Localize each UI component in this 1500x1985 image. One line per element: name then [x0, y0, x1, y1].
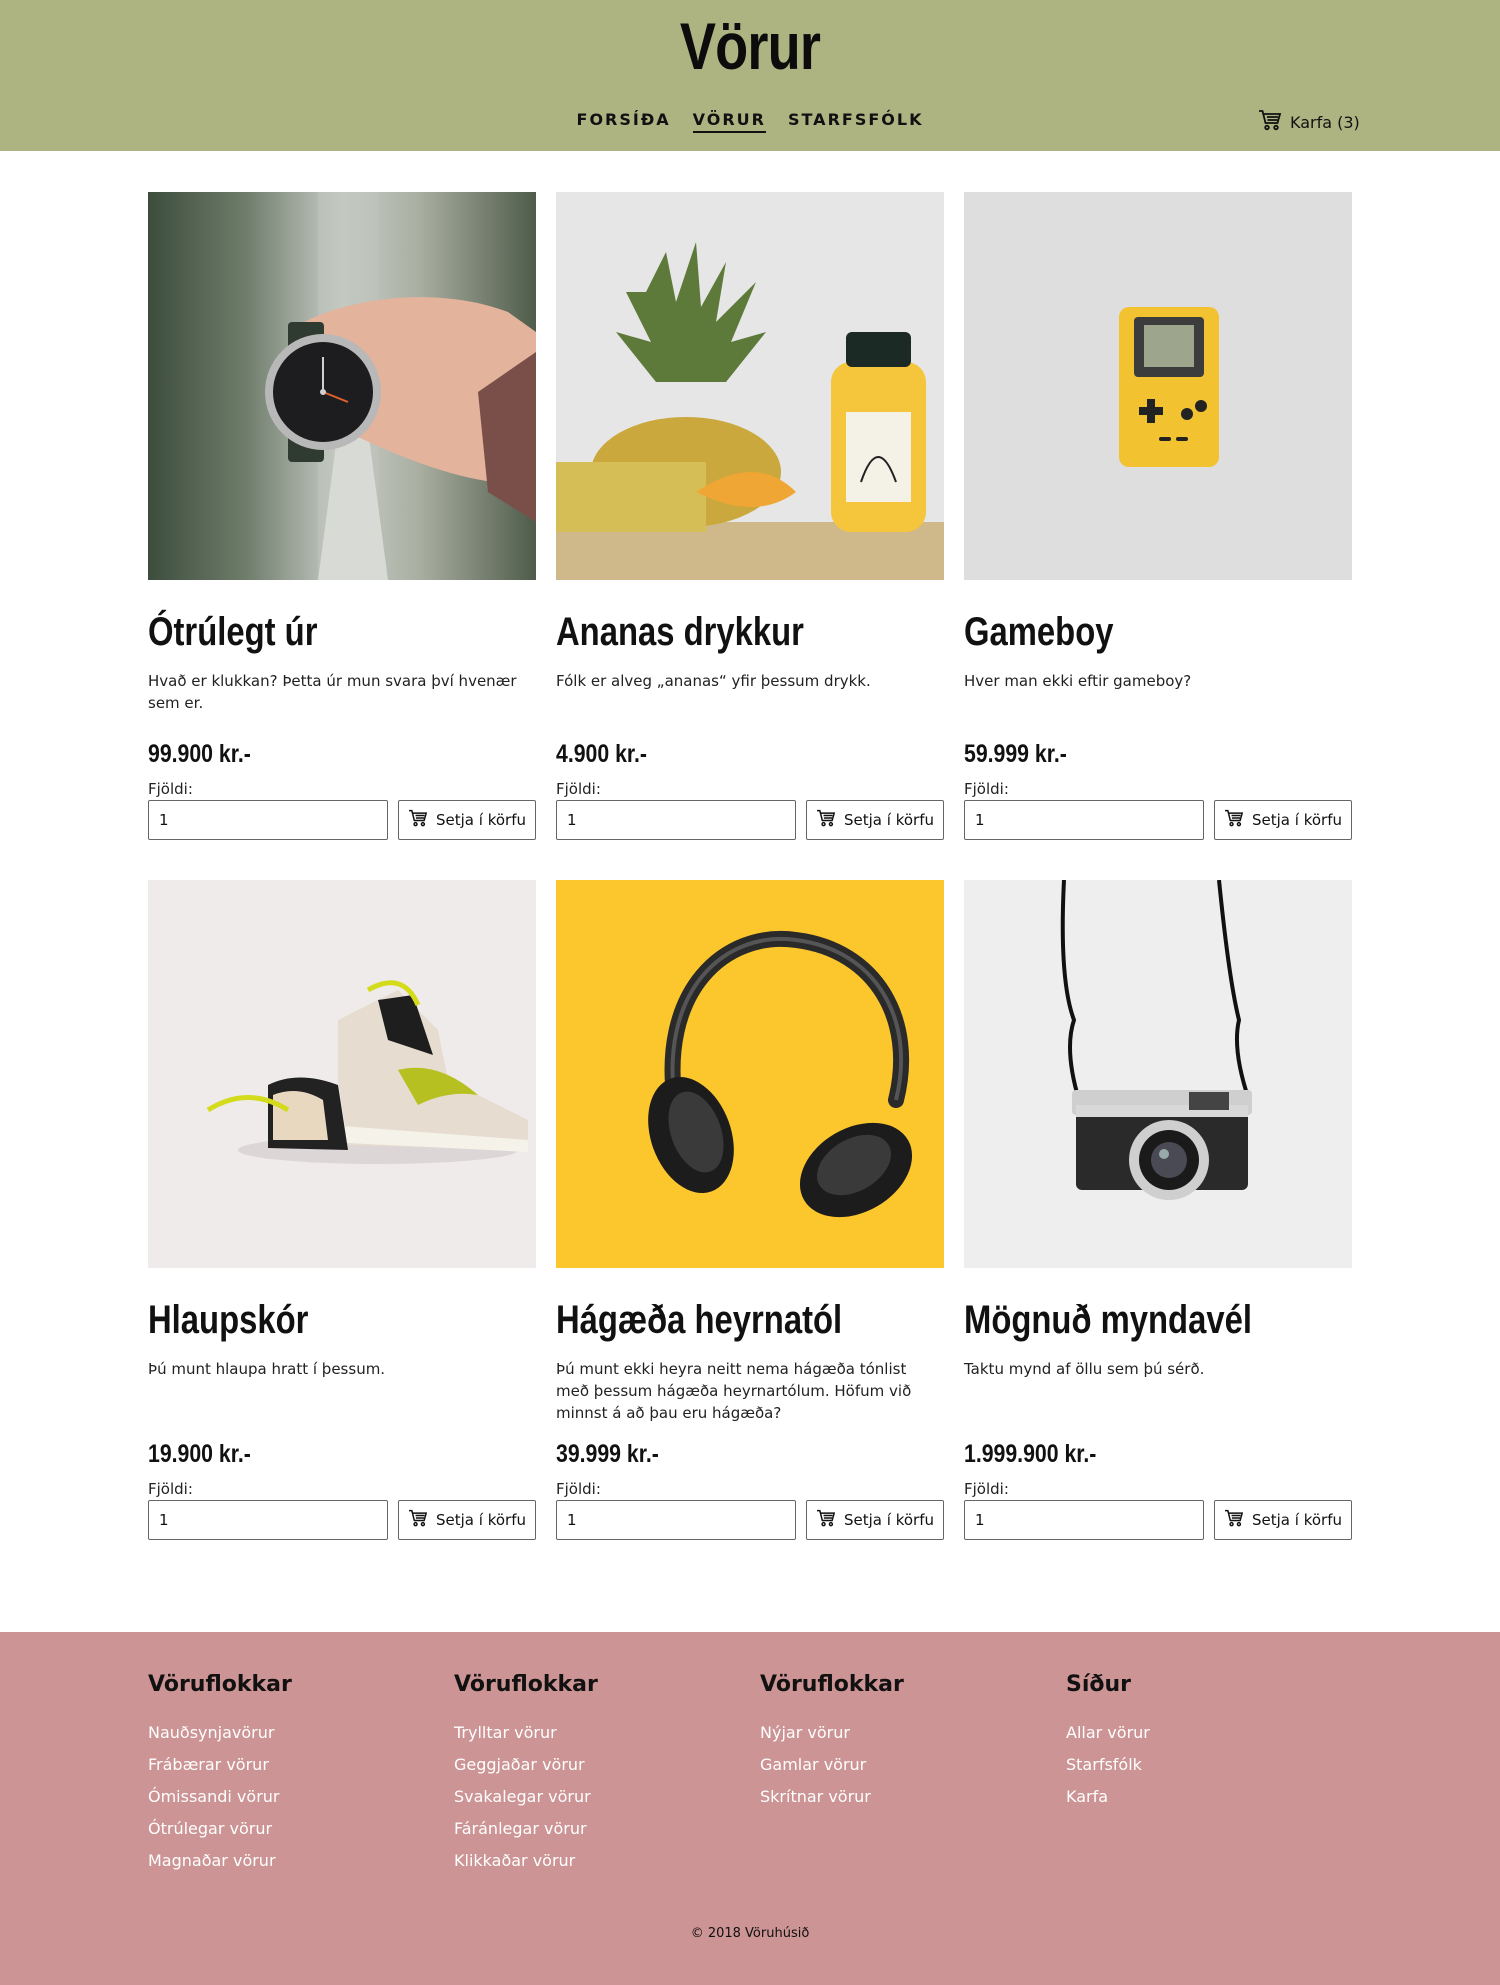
- page-title: Vörur: [679, 9, 821, 83]
- add-to-cart-button[interactable]: Setja í körfu: [398, 1500, 536, 1540]
- footer-link[interactable]: Skrítnar vörur: [760, 1781, 904, 1813]
- quantity-input[interactable]: [964, 800, 1204, 840]
- product-image-headphones[interactable]: [556, 880, 944, 1268]
- quantity-label: Fjöldi:: [556, 1480, 601, 1498]
- footer-heading: Vöruflokkar: [454, 1672, 598, 1697]
- product-description: Þú munt hlaupa hratt í þessum.: [148, 1360, 386, 1378]
- footer-link[interactable]: Klikkaðar vörur: [454, 1845, 598, 1877]
- add-to-cart-label: Setja í körfu: [436, 811, 526, 829]
- shopping-cart-icon: [1224, 809, 1244, 831]
- product-description: Hvað er klukkan? Þetta úr mun svara því …: [148, 672, 517, 712]
- product-name: Ótrúlegt úr: [148, 610, 318, 654]
- add-to-cart-button[interactable]: Setja í körfu: [806, 1500, 944, 1540]
- add-to-cart-label: Setja í körfu: [1252, 1511, 1342, 1529]
- product-image-camera[interactable]: [964, 880, 1352, 1268]
- cart-link[interactable]: Karfa (3): [1258, 109, 1360, 135]
- nav-item-forsida[interactable]: FORSÍÐA: [577, 110, 671, 133]
- add-to-cart-button[interactable]: Setja í körfu: [1214, 1500, 1352, 1540]
- product-image-gameboy[interactable]: [964, 192, 1352, 580]
- quantity-input[interactable]: [556, 1500, 796, 1540]
- product-description: Hver man ekki eftir gameboy?: [964, 672, 1192, 690]
- product-price: 19.900 kr.-: [148, 1440, 251, 1468]
- product-card: Gameboy Hver man ekki eftir gameboy? 59.…: [964, 192, 1352, 880]
- product-card: Mögnuð myndavél Taktu mynd af öllu sem þ…: [964, 880, 1352, 1580]
- footer-link[interactable]: Fáránlegar vörur: [454, 1813, 598, 1845]
- add-to-cart-label: Setja í körfu: [844, 1511, 934, 1529]
- quantity-label: Fjöldi:: [964, 780, 1009, 798]
- shopping-cart-icon: [408, 1509, 428, 1531]
- nav-item-vorur[interactable]: VÖRUR: [692, 110, 766, 133]
- quantity-input[interactable]: [964, 1500, 1204, 1540]
- nav-item-starfsfolk[interactable]: STARFSFÓLK: [788, 110, 923, 133]
- footer-column: Vöruflokkar Nauðsynjavörur Frábærar vöru…: [148, 1672, 292, 1877]
- quantity-input[interactable]: [556, 800, 796, 840]
- quantity-input[interactable]: [148, 800, 388, 840]
- footer-heading: Síður: [1066, 1672, 1132, 1697]
- footer-link[interactable]: Nauðsynjavörur: [148, 1717, 292, 1749]
- product-card: Ótrúlegt úr Hvað er klukkan? Þetta úr mu…: [148, 192, 536, 880]
- quantity-label: Fjöldi:: [148, 780, 193, 798]
- footer-link[interactable]: Gamlar vörur: [760, 1749, 904, 1781]
- shopping-cart-icon: [1224, 1509, 1244, 1531]
- product-image-pineapple-drink[interactable]: [556, 192, 944, 580]
- footer-link[interactable]: Allar vörur: [1066, 1717, 1150, 1749]
- add-to-cart-label: Setja í körfu: [436, 1511, 526, 1529]
- product-image-watch[interactable]: [148, 192, 536, 580]
- product-description: Taktu mynd af öllu sem þú sérð.: [964, 1360, 1205, 1378]
- add-to-cart-label: Setja í körfu: [1252, 811, 1342, 829]
- product-name: Mögnuð myndavél: [964, 1298, 1252, 1342]
- add-to-cart-button[interactable]: Setja í körfu: [1214, 800, 1352, 840]
- add-to-cart-label: Setja í körfu: [844, 811, 934, 829]
- product-name: Hlaupskór: [148, 1298, 309, 1342]
- site-footer: Vöruflokkar Nauðsynjavörur Frábærar vöru…: [0, 1632, 1500, 1985]
- product-card: Hlaupskór Þú munt hlaupa hratt í þessum.…: [148, 880, 536, 1580]
- footer-link[interactable]: Ótrúlegar vörur: [148, 1813, 292, 1845]
- shopping-cart-icon: [408, 809, 428, 831]
- product-name: Hágæða heyrnatól: [556, 1298, 843, 1342]
- footer-heading: Vöruflokkar: [760, 1672, 904, 1697]
- quantity-label: Fjöldi:: [556, 780, 601, 798]
- quantity-label: Fjöldi:: [148, 1480, 193, 1498]
- product-name: Gameboy: [964, 610, 1114, 654]
- shopping-cart-icon: [816, 809, 836, 831]
- shopping-cart-icon: [816, 1509, 836, 1531]
- site-header: Vörur FORSÍÐA VÖRUR STARFSFÓLK Karfa (3): [0, 0, 1500, 151]
- quantity-label: Fjöldi:: [964, 1480, 1009, 1498]
- footer-link[interactable]: Svakalegar vörur: [454, 1781, 598, 1813]
- footer-link[interactable]: Starfsfólk: [1066, 1749, 1150, 1781]
- copyright: © 2018 Vöruhúsið: [690, 1926, 810, 1941]
- footer-link[interactable]: Karfa: [1066, 1781, 1150, 1813]
- product-price: 39.999 kr.-: [556, 1440, 659, 1468]
- footer-column: Síður Allar vörur Starfsfólk Karfa: [1066, 1672, 1150, 1813]
- quantity-input[interactable]: [148, 1500, 388, 1540]
- product-description: Þú munt ekki heyra neitt nema hágæða tón…: [556, 1360, 912, 1422]
- product-name: Ananas drykkur: [556, 610, 804, 654]
- footer-link[interactable]: Trylltar vörur: [454, 1717, 598, 1749]
- add-to-cart-button[interactable]: Setja í körfu: [398, 800, 536, 840]
- footer-link[interactable]: Magnaðar vörur: [148, 1845, 292, 1877]
- product-card: Ananas drykkur Fólk er alveg „ananas“ yf…: [556, 192, 944, 880]
- product-card: Hágæða heyrnatól Þú munt ekki heyra neit…: [556, 880, 944, 1580]
- add-to-cart-button[interactable]: Setja í körfu: [806, 800, 944, 840]
- footer-column: Vöruflokkar Nýjar vörur Gamlar vörur Skr…: [760, 1672, 904, 1813]
- cart-label: Karfa (3): [1290, 112, 1360, 132]
- product-image-shoes[interactable]: [148, 880, 536, 1268]
- shopping-cart-icon: [1258, 109, 1282, 135]
- product-description: Fólk er alveg „ananas“ yfir þessum drykk…: [556, 672, 871, 690]
- footer-link[interactable]: Frábærar vörur: [148, 1749, 292, 1781]
- product-price: 59.999 kr.-: [964, 740, 1067, 768]
- product-price: 99.900 kr.-: [148, 740, 251, 768]
- product-price: 1.999.900 kr.-: [964, 1440, 1097, 1468]
- footer-link[interactable]: Nýjar vörur: [760, 1717, 904, 1749]
- footer-link[interactable]: Geggjaðar vörur: [454, 1749, 598, 1781]
- footer-column: Vöruflokkar Trylltar vörur Geggjaðar vör…: [454, 1672, 598, 1877]
- product-grid: Ótrúlegt úr Hvað er klukkan? Þetta úr mu…: [148, 192, 1352, 1580]
- product-price: 4.900 kr.-: [556, 740, 647, 768]
- footer-heading: Vöruflokkar: [148, 1672, 292, 1697]
- footer-link[interactable]: Ómissandi vörur: [148, 1781, 292, 1813]
